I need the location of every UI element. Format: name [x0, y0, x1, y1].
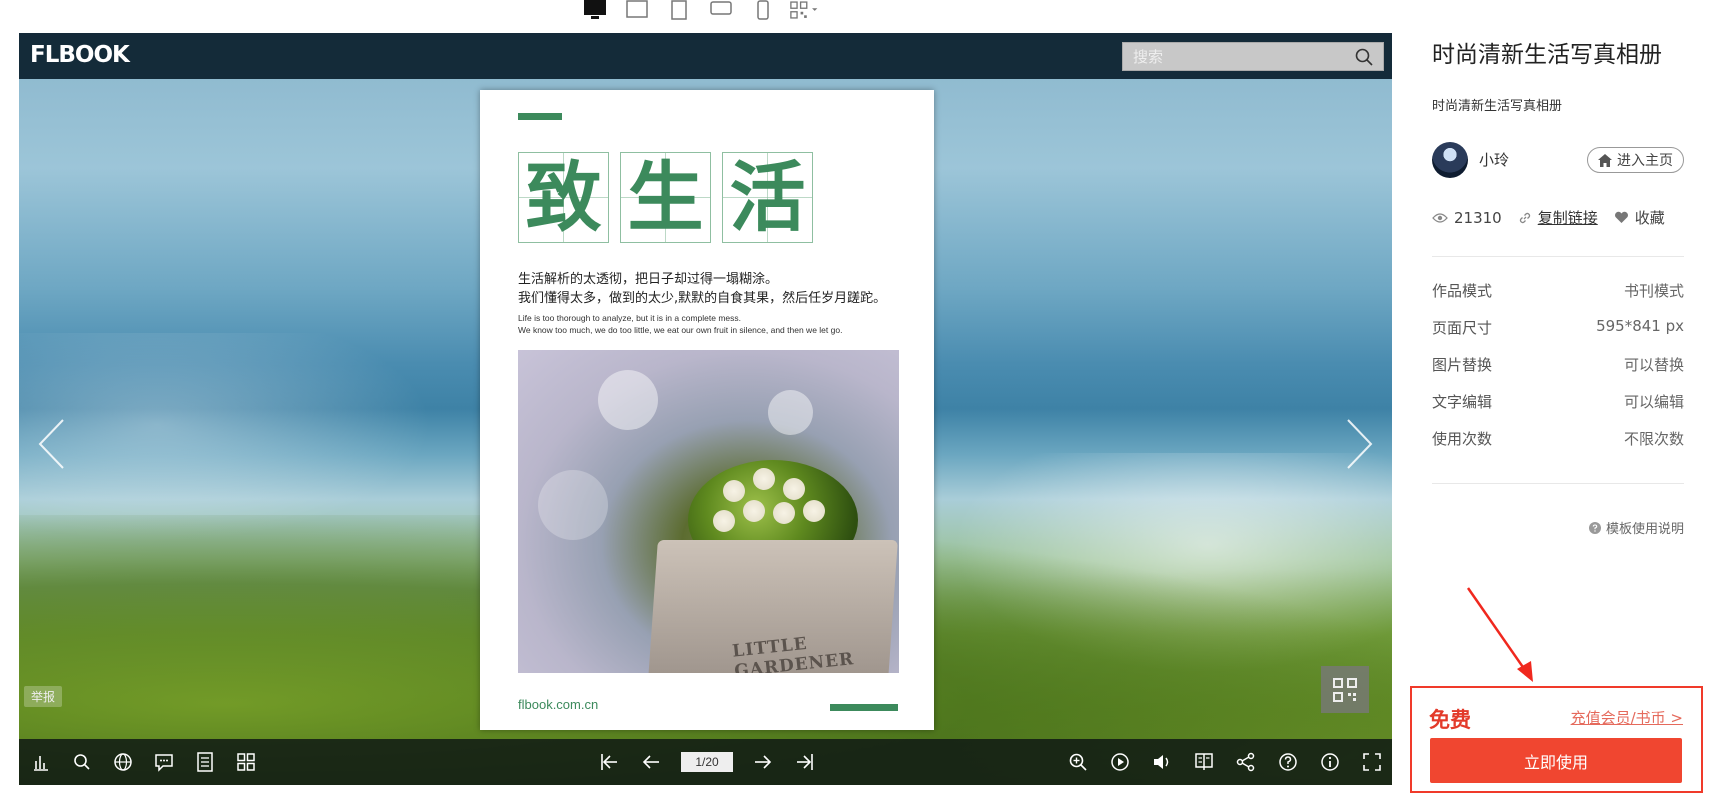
recharge-link[interactable]: 充值会员/书币 > [1571, 707, 1683, 728]
template-properties: 作品模式 书刊模式 页面尺寸 595*841 px 图片替换 可以替换 文字编辑 可以编… [1432, 280, 1684, 465]
flipbook-viewer: FLBOOK 致 生 活 生活解析的太透彻，把日子却过得一塌糊涂。 我们懂得太多… [19, 33, 1392, 785]
view-count: 21310 [1454, 208, 1502, 227]
last-page-icon[interactable] [793, 750, 817, 774]
page-accent-bar-top [518, 113, 562, 120]
price-label: 免费 [1429, 708, 1471, 732]
author-row: 小玲 进入主页 [1432, 142, 1684, 178]
search-icon[interactable] [1349, 48, 1379, 66]
author-name[interactable]: 小玲 [1479, 149, 1509, 170]
page-chinese-text: 生活解析的太透彻，把日子却过得一塌糊涂。 我们懂得太多，做到的太少,默默的自食其… [518, 272, 887, 306]
title-char-box: 生 [620, 152, 711, 243]
page-english-text: Life is too thorough to analyze, but it … [518, 313, 843, 335]
home-icon [1598, 153, 1612, 167]
next-page-icon[interactable] [751, 750, 775, 774]
enter-homepage-button[interactable]: 进入主页 [1587, 147, 1684, 173]
property-row: 页面尺寸 595*841 px [1432, 317, 1684, 337]
property-row: 使用次数 不限次数 [1432, 430, 1684, 448]
search-input[interactable] [1123, 43, 1349, 70]
stats-icon[interactable] [29, 750, 53, 774]
contents-list-icon[interactable] [193, 750, 217, 774]
link-icon [1519, 212, 1530, 223]
copy-link-button[interactable]: 复制链接 [1538, 207, 1598, 228]
phone-portrait-icon[interactable] [748, 0, 778, 22]
comment-icon[interactable] [152, 750, 176, 774]
help-icon[interactable] [1276, 750, 1300, 774]
divider [1432, 483, 1684, 484]
zoom-in-icon[interactable] [1066, 750, 1090, 774]
search-icon[interactable] [70, 750, 94, 774]
next-page-arrow-icon[interactable] [1344, 418, 1374, 470]
title-char-box: 活 [722, 152, 813, 243]
viewer-bottom-toolbar: 1/20 [19, 739, 1392, 785]
stats-row: 21310 复制链接 收藏 [1432, 207, 1665, 228]
page-title: 致 生 活 [518, 152, 813, 243]
question-circle-icon [1588, 521, 1601, 534]
info-icon[interactable] [1318, 750, 1342, 774]
qrcode-dropdown-icon[interactable] [790, 0, 820, 22]
sound-icon[interactable] [1150, 750, 1174, 774]
avatar[interactable] [1432, 142, 1468, 178]
flbook-logo[interactable]: FLBOOK [30, 42, 130, 68]
property-row: 作品模式 书刊模式 [1432, 282, 1684, 300]
favorite-button[interactable]: 收藏 [1635, 207, 1665, 228]
autoplay-icon[interactable] [1108, 750, 1132, 774]
page-photo: LITTLE GARDENER [518, 350, 899, 673]
first-page-icon[interactable] [597, 750, 621, 774]
phone-landscape-icon[interactable] [706, 0, 736, 22]
thumbnails-grid-icon[interactable] [234, 750, 258, 774]
divider [1432, 256, 1684, 257]
page-number-input[interactable]: 1/20 [681, 752, 733, 772]
price-box: 免费 充值会员/书币 > 立即使用 [1410, 686, 1703, 793]
title-char-box: 致 [518, 152, 609, 243]
page-site-url: flbook.com.cn [518, 697, 599, 712]
report-button[interactable]: 举报 [24, 686, 63, 707]
search-box [1122, 42, 1384, 71]
tablet-landscape-icon[interactable] [622, 0, 652, 22]
page-accent-bar-bottom [830, 704, 898, 711]
viewer-topbar: FLBOOK [19, 33, 1392, 79]
prev-page-icon[interactable] [639, 750, 663, 774]
template-title: 时尚清新生活写真相册 [1432, 42, 1662, 68]
eye-icon [1432, 212, 1448, 223]
share-icon[interactable] [1234, 750, 1258, 774]
book-page[interactable]: 致 生 活 生活解析的太透彻，把日子却过得一塌糊涂。 我们懂得太多，做到的太少,… [480, 90, 934, 730]
tablet-portrait-icon[interactable] [664, 0, 694, 22]
annotation-arrow-icon [1466, 587, 1533, 682]
globe-icon[interactable] [111, 750, 135, 774]
fullscreen-icon[interactable] [1360, 750, 1384, 774]
device-selector [580, 0, 820, 28]
use-now-button[interactable]: 立即使用 [1430, 738, 1682, 783]
property-row: 图片替换 可以替换 [1432, 356, 1684, 374]
template-help-link[interactable]: 模板使用说明 [1588, 518, 1684, 537]
qrcode-button[interactable] [1321, 666, 1369, 713]
desktop-icon[interactable] [580, 0, 610, 22]
template-subtitle: 时尚清新生活写真相册 [1432, 99, 1563, 114]
heart-icon [1614, 211, 1628, 223]
qrcode-icon [1333, 677, 1357, 702]
bookmark-icon[interactable] [1192, 750, 1216, 774]
property-row: 文字编辑 可以编辑 [1432, 393, 1684, 411]
prev-page-arrow-icon[interactable] [37, 418, 67, 470]
